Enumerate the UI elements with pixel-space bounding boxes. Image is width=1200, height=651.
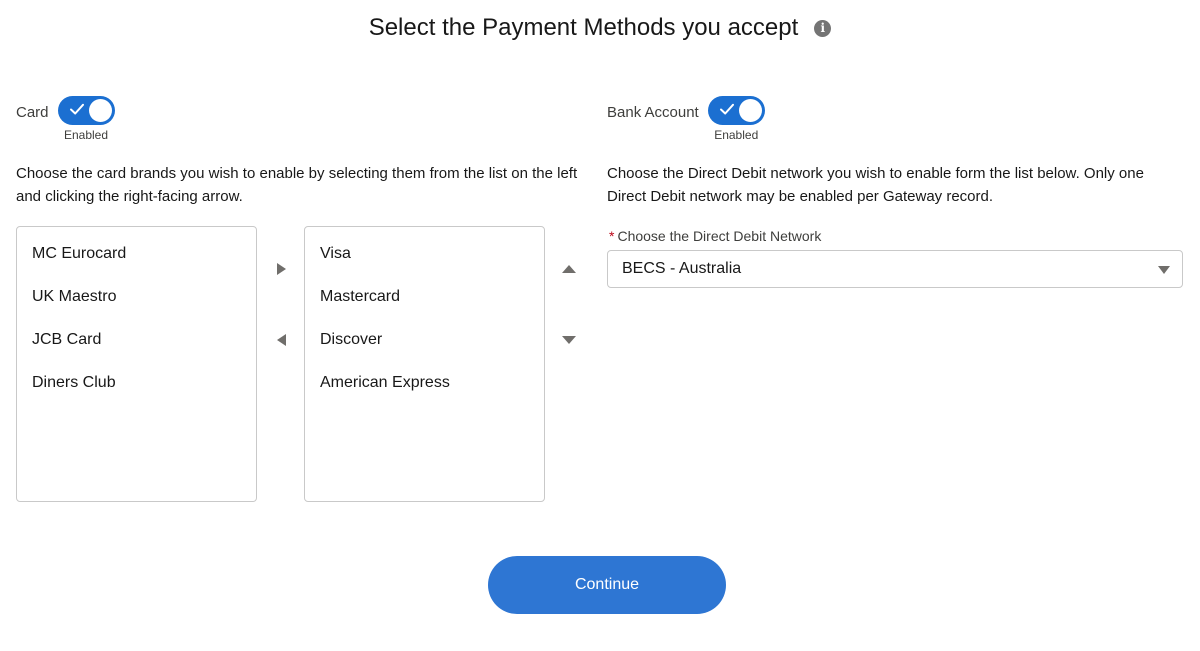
- move-up-button[interactable]: [559, 259, 579, 279]
- move-right-button[interactable]: [271, 259, 291, 279]
- bank-toggle-status: Enabled: [714, 128, 759, 142]
- direct-debit-value: BECS - Australia: [622, 260, 742, 277]
- page-header: Select the Payment Methods you accept i: [0, 14, 1200, 42]
- page-title: Select the Payment Methods you accept: [368, 14, 799, 41]
- card-toggle[interactable]: [57, 96, 115, 125]
- direct-debit-label-text: Choose the Direct Debit Network: [617, 228, 822, 244]
- list-item[interactable]: Discover: [305, 328, 544, 371]
- card-toggle-group: Card Enabled: [16, 96, 115, 142]
- toggle-knob: [88, 99, 112, 122]
- info-icon[interactable]: i: [814, 19, 832, 37]
- list-item[interactable]: Mastercard: [305, 285, 544, 328]
- list-item[interactable]: Visa: [305, 242, 544, 285]
- check-icon: [719, 103, 734, 115]
- bank-toggle-label: Bank Account: [607, 104, 699, 121]
- list-item[interactable]: American Express: [305, 371, 544, 414]
- caret-down-icon: [1158, 266, 1170, 274]
- move-down-button[interactable]: [559, 330, 579, 350]
- direct-debit-label: * Choose the Direct Debit Network: [609, 228, 821, 244]
- bank-toggle-wrap: Enabled: [707, 96, 765, 142]
- list-item[interactable]: Diners Club: [17, 371, 256, 414]
- selected-brands-list[interactable]: Visa Mastercard Discover American Expres…: [304, 226, 545, 502]
- available-brands-list[interactable]: MC Eurocard UK Maestro JCB Card Diners C…: [16, 226, 257, 502]
- move-left-button[interactable]: [271, 330, 291, 350]
- card-toggle-wrap: Enabled: [57, 96, 115, 142]
- card-toggle-status: Enabled: [63, 128, 109, 142]
- bank-description: Choose the Direct Debit network you wish…: [607, 165, 1144, 205]
- chevron-left-icon: [276, 334, 286, 346]
- chevron-down-icon: [562, 336, 576, 344]
- card-toggle-label: Card: [16, 104, 49, 121]
- list-item[interactable]: JCB Card: [17, 328, 256, 371]
- continue-button[interactable]: Continue: [488, 556, 726, 614]
- chevron-up-icon: [562, 265, 576, 273]
- direct-debit-select[interactable]: BECS - Australia: [607, 250, 1183, 288]
- toggle-knob: [738, 99, 762, 122]
- bank-toggle-group: Bank Account Enabled: [607, 96, 765, 142]
- bank-toggle[interactable]: [707, 96, 765, 125]
- list-item[interactable]: MC Eurocard: [17, 242, 256, 285]
- check-icon: [69, 103, 84, 115]
- card-description: Choose the card brands you wish to enabl…: [16, 165, 578, 205]
- required-mark: *: [609, 228, 615, 244]
- chevron-right-icon: [276, 263, 286, 275]
- list-item[interactable]: UK Maestro: [17, 285, 256, 328]
